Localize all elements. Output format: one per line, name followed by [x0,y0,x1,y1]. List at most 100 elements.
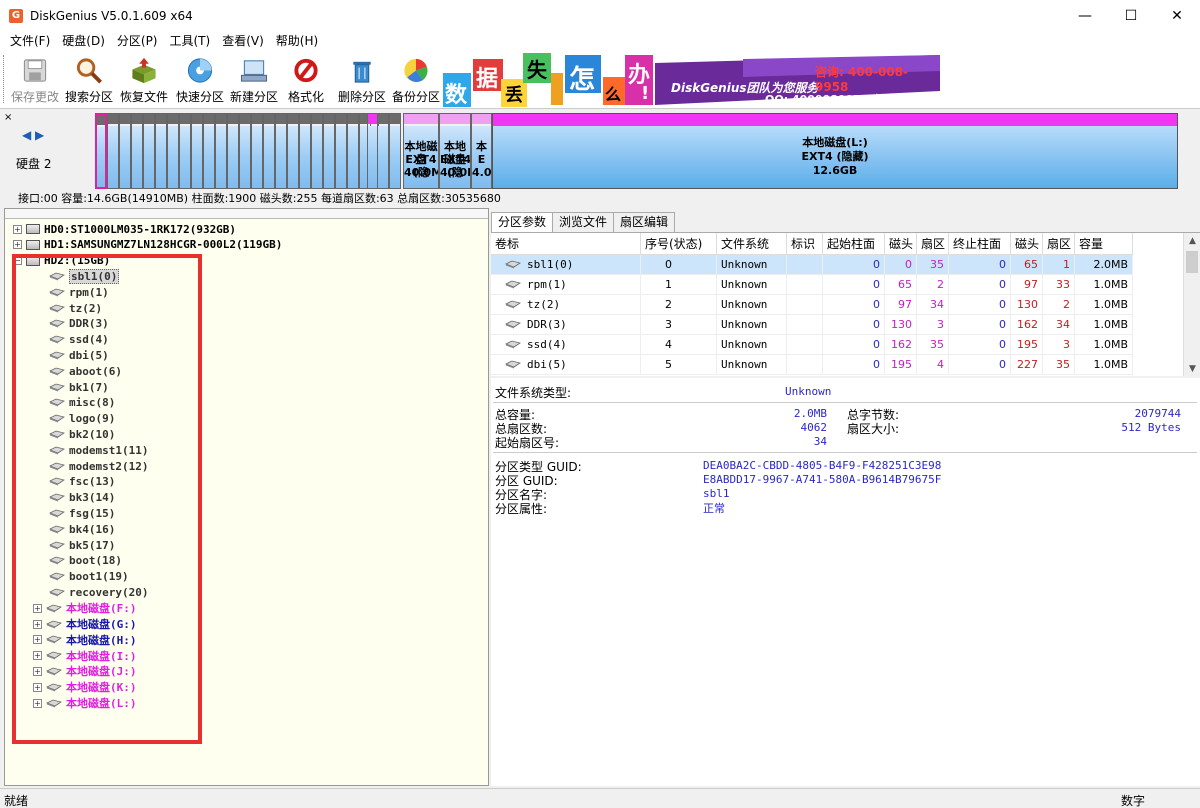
grid-column-header[interactable]: 磁头 [1011,233,1043,255]
tree-disk-node[interactable]: − HD2:(15GB) [13,253,110,269]
tree-volume-node[interactable]: + 本地磁盘(F:) [33,600,137,616]
tab-browse-files[interactable]: 浏览文件 [552,212,615,232]
promo-banner[interactable]: 数 据 丢 失 怎 么 办 ! DiskGenius团队为您服务 咨询: 400… [443,51,940,108]
small-partition-segment[interactable] [347,113,359,189]
expand-toggle-icon[interactable]: + [13,240,22,250]
minimize-button[interactable]: — [1062,0,1108,31]
grid-column-header[interactable]: 磁头 [885,233,917,255]
tree-volume-node[interactable]: + 本地磁盘(I:) [33,648,137,664]
tab-partition-params[interactable]: 分区参数 [491,212,554,232]
small-partition-segment[interactable] [299,113,311,189]
small-partition-segment[interactable] [191,113,203,189]
delete-partition-button[interactable]: 删除分区 [336,53,388,105]
small-partition-segment[interactable] [131,113,143,189]
partition-segment[interactable]: 本地磁盘 EXT4 (隐 40.0M [403,113,439,189]
table-row[interactable]: rpm(1) 1 Unknown 0 65 2 0 97 33 1.0MB [491,275,1133,295]
disk-nav-arrows-icon[interactable]: ◀ ▶ [22,128,44,142]
tree-partition-node[interactable]: bk2(10) [49,426,115,442]
maximize-button[interactable]: ☐ [1108,0,1154,31]
table-row[interactable]: DDR(3) 3 Unknown 0 130 3 0 162 34 1.0MB [491,315,1133,335]
tree-partition-node[interactable]: bk4(16) [49,521,115,537]
tab-sector-edit[interactable]: 扇区编辑 [613,212,676,232]
grid-column-header[interactable]: 序号(状态) [641,233,717,255]
expand-toggle-icon[interactable]: + [33,635,42,645]
menu-tools[interactable]: 工具(T) [164,31,217,51]
tree-volume-node[interactable]: + 本地磁盘(J:) [33,663,137,679]
partition-segment[interactable]: 本 E 4.0 [471,113,492,189]
expand-toggle-icon[interactable]: + [33,698,42,708]
grid-column-header[interactable]: 终止柱面 [949,233,1011,255]
expand-toggle-icon[interactable]: + [33,682,42,692]
tree-partition-node[interactable]: aboot(6) [49,363,122,379]
tree-partition-node[interactable]: sbl1(0) [49,268,120,284]
tree-partition-node[interactable]: bk5(17) [49,537,115,553]
tree-disk-node[interactable]: + HD0:ST1000LM035-1RK172(932GB) [13,221,236,237]
tree-volume-node[interactable]: + 本地磁盘(H:) [33,632,137,648]
disk-tree-panel[interactable]: + HD0:ST1000LM035-1RK172(932GB) + HD1:SAMSU… [4,208,489,786]
expand-toggle-icon[interactable]: + [33,651,42,661]
tree-partition-node[interactable]: fsg(15) [49,505,115,521]
small-partition-segment[interactable] [155,113,167,189]
search-partition-button[interactable]: 搜索分区 [64,53,114,105]
tree-partition-node[interactable]: fsc(13) [49,474,115,490]
small-partition-segment[interactable] [335,113,347,189]
expand-toggle-icon[interactable]: − [13,256,22,266]
grid-column-header[interactable]: 卷标 [491,233,641,255]
tree-partition-node[interactable]: misc(8) [49,395,115,411]
partition-segment[interactable]: 本地磁盘 EXT4 (隐 40.0M [439,113,471,189]
table-row[interactable]: tz(2) 2 Unknown 0 97 34 0 130 2 1.0MB [491,295,1133,315]
tree-volume-node[interactable]: + 本地磁盘(G:) [33,616,137,632]
menu-partition[interactable]: 分区(P) [111,31,164,51]
small-partition-segment[interactable] [167,113,179,189]
recover-files-button[interactable]: 恢复文件 [118,53,170,105]
quick-partition-button[interactable]: 快速分区 [174,53,226,105]
grid-column-header[interactable]: 标识 [787,233,823,255]
tree-partition-node[interactable]: modemst2(12) [49,458,148,474]
scroll-thumb[interactable] [1186,251,1198,273]
small-partition-segment[interactable] [143,113,155,189]
small-partition-segment[interactable] [107,113,119,189]
small-partition-segment[interactable] [311,113,323,189]
tree-partition-node[interactable]: modemst1(11) [49,442,148,458]
table-row[interactable]: ssd(4) 4 Unknown 0 162 35 0 195 3 1.0MB [491,335,1133,355]
table-row[interactable]: sbl1(0) 0 Unknown 0 0 35 0 65 1 2.0MB [491,255,1133,275]
backup-partition-button[interactable]: 备份分区 [390,53,442,105]
partition-grid[interactable]: 卷标 序号(状态) 文件系统 标识 起始柱面 磁头 扇区 终止柱面 磁头 扇区 容量 sbl1(0)… [491,232,1200,376]
tree-partition-node[interactable]: dbi(5) [49,347,109,363]
format-button[interactable]: 格式化 [284,53,328,105]
expand-toggle-icon[interactable]: + [33,603,42,613]
grid-column-header[interactable]: 扇区 [917,233,949,255]
small-partition-segment[interactable] [95,113,107,189]
expand-toggle-icon[interactable]: + [33,666,42,676]
grid-scrollbar[interactable]: ▲ ▼ [1183,233,1200,376]
small-partition-segment[interactable] [119,113,131,189]
tree-partition-node[interactable]: rpm(1) [49,284,109,300]
small-partition-segment[interactable] [389,113,401,189]
disk-map-close-icon[interactable]: × [4,112,12,123]
menu-help[interactable]: 帮助(H) [270,31,324,51]
small-partition-segment[interactable] [251,113,263,189]
close-button[interactable]: ✕ [1154,0,1200,31]
menu-view[interactable]: 查看(V) [216,31,270,51]
new-partition-button[interactable]: 新建分区 [228,53,280,105]
small-partition-segment[interactable] [263,113,275,189]
small-partition-segment[interactable] [179,113,191,189]
grid-column-header[interactable]: 扇区 [1043,233,1075,255]
tree-partition-node[interactable]: boot1(19) [49,569,129,585]
expand-toggle-icon[interactable]: + [33,619,42,629]
tree-partition-node[interactable]: tz(2) [49,300,102,316]
small-partition-segment[interactable] [227,113,239,189]
tree-partition-node[interactable]: bk3(14) [49,490,115,506]
small-partition-segment[interactable] [215,113,227,189]
grid-column-header[interactable]: 容量 [1075,233,1133,255]
scroll-up-icon[interactable]: ▲ [1184,233,1200,249]
small-partition-segment[interactable] [377,113,389,189]
menu-file[interactable]: 文件(F) [4,31,56,51]
grid-column-header[interactable]: 文件系统 [717,233,787,255]
table-row[interactable]: dbi(5) 5 Unknown 0 195 4 0 227 35 1.0MB [491,355,1133,375]
tree-volume-node[interactable]: + 本地磁盘(K:) [33,679,137,695]
tree-partition-node[interactable]: DDR(3) [49,316,109,332]
save-changes-button[interactable]: 保存更改 [10,53,60,105]
small-partition-segment[interactable] [239,113,251,189]
small-partition-segment[interactable] [323,113,335,189]
